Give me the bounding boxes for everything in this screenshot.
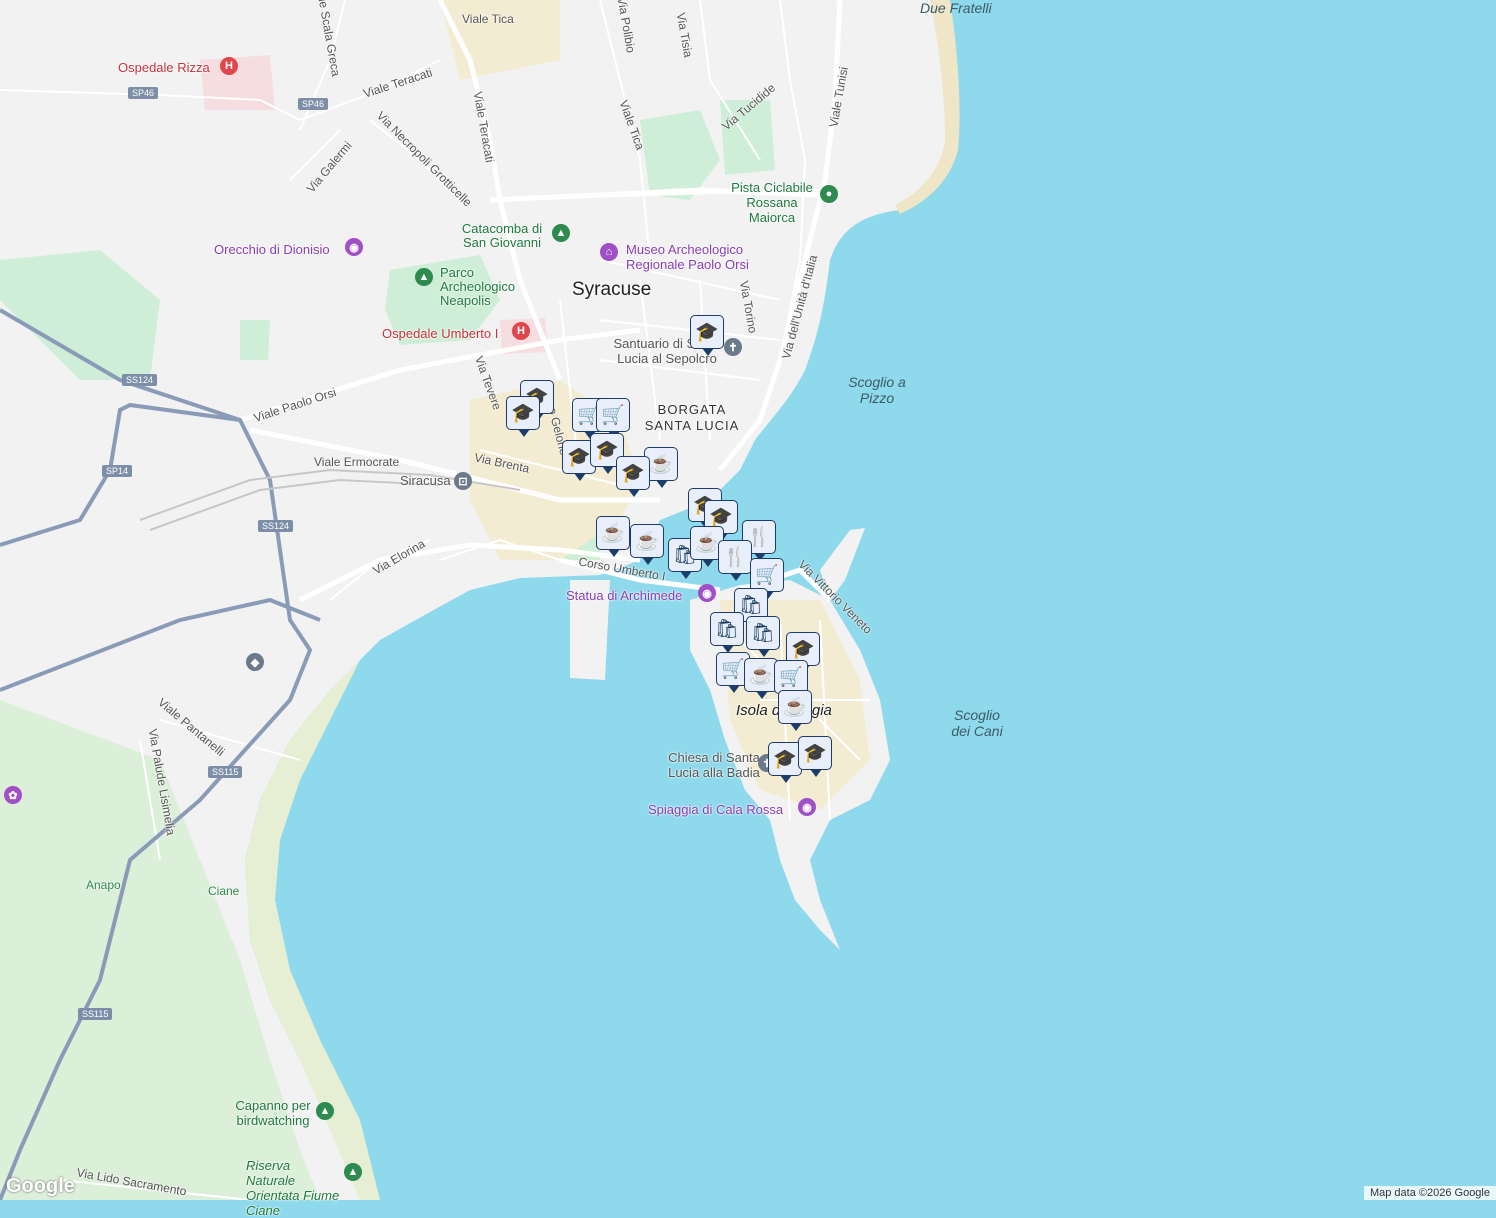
hospital-icon[interactable]: H (512, 322, 530, 340)
camera-icon[interactable]: ◉ (698, 584, 716, 602)
road-shield: SS115 (78, 1008, 113, 1020)
road-shield: SP14 (102, 465, 133, 477)
sea-label: Scoglio dei Cani (951, 707, 1003, 739)
poi-label[interactable]: Capanno per birdwatching (232, 1098, 314, 1128)
sea-label: Due Fratelli (920, 0, 992, 16)
sea-label: Scoglio a Pizzo (848, 374, 906, 406)
flower-icon[interactable]: ✿ (4, 786, 22, 804)
camera-icon[interactable]: ◉ (798, 798, 816, 816)
river-label: Anapo (86, 878, 121, 892)
poi-label[interactable]: Siracusa (400, 473, 451, 488)
hospital-icon[interactable]: H (220, 57, 238, 75)
google-logo: Google (6, 1175, 75, 1197)
tree-icon[interactable]: ▲ (344, 1163, 362, 1181)
school-icon[interactable]: 🎓 (768, 742, 802, 783)
school-icon[interactable]: 🎓 (506, 396, 540, 437)
school-icon[interactable]: 🎓 (616, 456, 650, 497)
road-shield: SP46 (128, 87, 159, 99)
city-label: Syracuse (572, 279, 652, 300)
cafe-icon[interactable]: ☕ (596, 516, 630, 557)
poi-label[interactable]: Orecchio di Dionisio (214, 242, 330, 257)
tree-icon[interactable]: ▲ (552, 224, 570, 242)
road-shield: SS124 (258, 520, 294, 532)
poi-label[interactable]: Museo Archeologico Regionale Paolo Orsi (626, 242, 776, 272)
poi-label[interactable]: Statua di Archimede (566, 588, 682, 603)
bag-icon[interactable]: 🛍 (710, 612, 744, 653)
cart-icon[interactable]: 🛒 (774, 660, 808, 701)
road-label: Viale Tica (462, 12, 514, 26)
park-small (240, 320, 270, 360)
tree-icon[interactable]: ▲ (316, 1102, 334, 1120)
road-shield: SS115 (208, 766, 243, 778)
museum-icon[interactable]: ⌂ (600, 243, 618, 261)
restaurant-icon[interactable]: 🍴 (718, 540, 752, 581)
school-icon[interactable]: 🎓 (690, 315, 724, 356)
poi-label[interactable]: Ospedale Umberto I (382, 326, 498, 341)
poi-label[interactable]: Chiesa di Santa Lucia alla Badia (654, 750, 774, 780)
cafe-icon[interactable]: ☕ (630, 524, 664, 565)
district-label: BORGATA SANTA LUCIA (644, 402, 740, 433)
road-shield: SP46 (298, 98, 329, 110)
school-icon[interactable]: 🎓 (798, 736, 832, 777)
poi-label[interactable]: Riserva Naturale Orientata Fiume Ciane (246, 1158, 342, 1218)
poi-label[interactable]: Spiaggia di Cala Rossa (648, 802, 783, 817)
river-label: Ciane (208, 884, 240, 898)
cart-icon[interactable]: 🛒 (750, 558, 784, 599)
tree-icon[interactable]: ▲ (415, 268, 433, 286)
poi-label[interactable]: Pista Ciclabile Rossana Maiorca (726, 180, 818, 225)
camera-icon[interactable]: ◉ (345, 238, 363, 256)
road-shield: SS124 (122, 374, 158, 386)
cafe-icon[interactable]: ☕ (778, 690, 812, 731)
bag-icon[interactable]: 🛍 (746, 616, 780, 657)
church-icon[interactable]: ✝ (724, 338, 742, 356)
school-icon[interactable]: ◆ (246, 653, 264, 671)
cafe-icon[interactable]: ☕ (744, 658, 778, 699)
poi-label[interactable]: Parco Archeologico Neapolis (440, 266, 550, 308)
poi-label[interactable]: Catacomba di San Giovanni (456, 222, 548, 250)
poi-label[interactable]: Ospedale Rizza (118, 60, 210, 75)
road-label: Viale Ermocrate (314, 455, 400, 469)
map-credits[interactable]: Map data ©2026 Google (1363, 1186, 1496, 1200)
train-icon[interactable]: ⊡ (454, 472, 472, 490)
bike-icon[interactable]: ● (820, 185, 838, 203)
cart-icon[interactable]: 🛒 (596, 398, 630, 439)
